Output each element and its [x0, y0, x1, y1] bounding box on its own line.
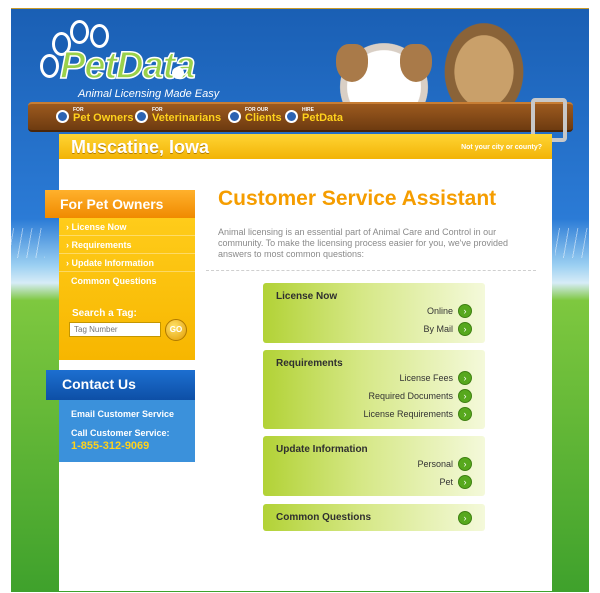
card-common-questions[interactable]: Common Questions › [263, 504, 485, 531]
tag-number-input[interactable] [69, 322, 161, 337]
link-label: Pet [439, 477, 453, 487]
card-title: Update Information [276, 444, 368, 455]
nav-pet-owners[interactable]: FOR Pet Owners [56, 104, 134, 128]
nav-label: Clients [245, 112, 282, 124]
call-customer-service-label: Call Customer Service: [71, 428, 170, 438]
tag-search-go-button[interactable]: GO [165, 319, 187, 341]
link-label: Required Documents [368, 391, 453, 401]
brand-tagline: Animal Licensing Made Easy [78, 88, 220, 100]
collar-ring-icon [285, 109, 298, 123]
arrow-right-circle-icon: › [458, 371, 472, 385]
paw-icon [70, 20, 89, 44]
arrow-right-circle-icon: › [458, 511, 472, 525]
brand-name: PetData [59, 44, 196, 88]
card-requirements: Requirements License Fees › Required Doc… [263, 350, 485, 429]
sidebar-item-common-questions[interactable]: Common Questions [59, 272, 195, 290]
arrow-right-circle-icon: › [458, 389, 472, 403]
puppy-ear [400, 44, 432, 82]
arrow-right-circle-icon: › [458, 407, 472, 421]
arrow-right-circle-icon: › [458, 475, 472, 489]
card-license-now: License Now Online › By Mail › [263, 283, 485, 343]
grass-decoration-left [0, 228, 45, 258]
link-license-fees[interactable]: License Fees › [399, 371, 472, 385]
sidebar-title: For Pet Owners [60, 196, 164, 212]
puppy-ear [336, 44, 368, 82]
nav-hire-petdata[interactable]: HIRE PetData [285, 104, 343, 128]
arrow-right-circle-icon: › [458, 304, 472, 318]
collar-nav-bar: FOR Pet Owners FOR Veterinarians FOR OUR… [28, 98, 573, 142]
change-location-link[interactable]: Not your city or county? [461, 144, 542, 151]
contact-title: Contact Us [62, 376, 136, 392]
sidebar-nav: › License Now › Requirements › Update In… [59, 218, 195, 360]
nav-label: Pet Owners [73, 112, 134, 124]
link-label: Online [426, 306, 453, 316]
sidebar-item-update-information[interactable]: › Update Information [59, 254, 195, 272]
link-label: Personal [417, 459, 453, 469]
intro-text: Animal licensing is an essential part of… [218, 227, 509, 259]
paw-icon [40, 54, 59, 78]
sidebar-item-license-now[interactable]: › License Now [59, 218, 195, 236]
sidebar-item-requirements[interactable]: › Requirements [59, 236, 195, 254]
link-label: License Fees [399, 373, 453, 383]
nav-veterinarians[interactable]: FOR Veterinarians [135, 104, 221, 128]
collar-ring-icon [135, 109, 148, 123]
link-online[interactable]: Online › [427, 304, 472, 318]
dashed-divider [206, 270, 536, 271]
nav-label: Veterinarians [152, 112, 222, 124]
collar-ring-icon [228, 109, 241, 123]
city-name: Muscatine, Iowa [71, 137, 210, 157]
location-bar: Muscatine, Iowa Not your city or county? [59, 134, 552, 159]
link-label: License Requirements [363, 409, 453, 419]
link-required-documents[interactable]: Required Documents › [368, 389, 472, 403]
registered-mark-icon [172, 67, 184, 79]
link-license-requirements[interactable]: License Requirements › [363, 407, 472, 421]
nav-label: PetData [302, 112, 343, 124]
card-update-information: Update Information Personal › Pet › [263, 436, 485, 496]
card-title: Common Questions [276, 512, 372, 523]
nav-clients[interactable]: FOR OUR Clients [228, 104, 282, 128]
link-common-questions[interactable]: › [458, 511, 472, 525]
link-personal[interactable]: Personal › [417, 457, 472, 471]
sidebar-header: For Pet Owners [45, 190, 195, 218]
card-title: Requirements [276, 358, 343, 369]
email-customer-service-link[interactable]: Email Customer Service [71, 409, 174, 419]
arrow-right-circle-icon: › [458, 322, 472, 336]
collar-ring-icon [56, 109, 69, 123]
contact-panel: Email Customer Service Call Customer Ser… [59, 400, 195, 462]
contact-header: Contact Us [46, 370, 195, 400]
link-by-mail[interactable]: By Mail › [423, 322, 472, 336]
arrow-right-circle-icon: › [458, 457, 472, 471]
tag-search-label: Search a Tag: [72, 308, 137, 319]
page-title: Customer Service Assistant [218, 187, 497, 210]
card-title: License Now [276, 291, 338, 302]
link-label: By Mail [423, 324, 453, 334]
link-pet[interactable]: Pet › [439, 475, 472, 489]
phone-number[interactable]: 1-855-312-9069 [71, 440, 149, 452]
grass-decoration-right [555, 228, 600, 258]
